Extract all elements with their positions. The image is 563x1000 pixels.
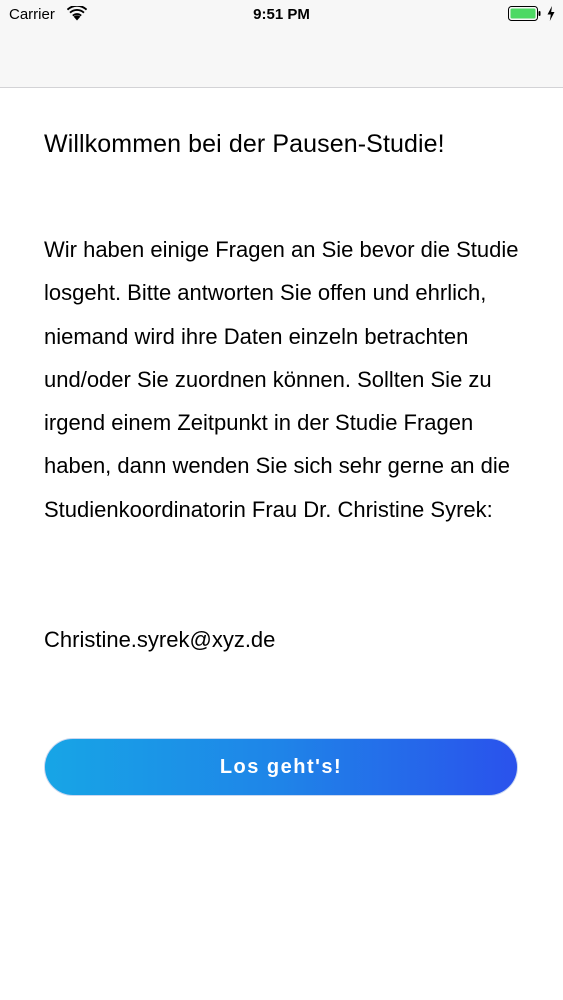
charging-bolt-icon xyxy=(547,6,555,21)
page-title: Willkommen bei der Pausen-Studie! xyxy=(44,130,445,158)
welcome-content: Willkommen bei der Pausen-Studie! Wir ha… xyxy=(44,120,529,652)
intro-paragraph: Wir haben einige Fragen an Sie bevor die… xyxy=(44,237,519,522)
start-button[interactable]: Los geht's! xyxy=(44,738,518,796)
navigation-bar xyxy=(0,30,563,88)
clock-time: 9:51 PM xyxy=(253,6,310,23)
contact-email: Christine.syrek@xyz.de xyxy=(44,627,276,652)
status-bar: Carrier 9:51 PM xyxy=(0,0,563,30)
battery-icon xyxy=(508,6,541,21)
